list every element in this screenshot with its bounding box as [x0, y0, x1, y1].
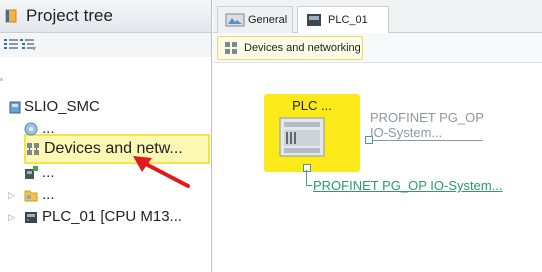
network-label: PROFINET PG_OP IO-System...	[370, 110, 484, 140]
list-view-icon[interactable]	[4, 38, 18, 50]
plc-icon	[307, 14, 321, 26]
settings-globe-icon	[24, 122, 38, 136]
tree-item-label: Devices and netw...	[44, 140, 183, 157]
project-tree-header: Project tree	[0, 0, 211, 33]
tree-item-label: SLIO_SMC	[24, 98, 100, 115]
network-label-line2: IO-System...	[370, 125, 443, 140]
tree-item-label: ...	[42, 120, 55, 137]
project-tree-panel: Project tree ▾ SLIO_SMC ... Devices and …	[0, 0, 212, 272]
plc-device-label: PLC ...	[292, 98, 332, 113]
expand-arrow-icon[interactable]: ▷	[8, 190, 15, 201]
tab-plc[interactable]: PLC_01	[297, 6, 389, 33]
tab-devices-networking[interactable]: Devices and networking	[217, 36, 363, 60]
plc-device-icon	[279, 117, 325, 157]
tab-label: PLC_01	[328, 14, 368, 26]
subtab-label: Devices and networking	[244, 42, 361, 54]
project-tree-title: Project tree	[26, 6, 113, 25]
network-view-canvas[interactable]	[213, 63, 542, 272]
tree-item-label: ...	[42, 186, 55, 203]
tree-item-plc[interactable]: ▷ PLC_01 [CPU M13...	[0, 206, 210, 228]
tab-general[interactable]: General	[217, 6, 293, 33]
network-line[interactable]	[373, 140, 483, 141]
tree-item-label: ...	[42, 164, 55, 181]
tree-item-add-device[interactable]: ...	[0, 162, 210, 184]
tree-toolbar: ▾	[0, 33, 211, 57]
devices-network-icon	[225, 42, 237, 54]
tree-item-project[interactable]: SLIO_SMC	[0, 96, 210, 118]
tab-label: General	[248, 14, 288, 26]
tree-item-folder[interactable]: ▷ ...	[0, 184, 210, 206]
io-system-connector	[306, 170, 312, 186]
tree-item-settings[interactable]: ...	[0, 118, 210, 140]
devices-network-icon	[27, 143, 39, 155]
project-tree-icon	[5, 9, 17, 23]
plc-icon	[25, 212, 37, 223]
io-system-link[interactable]: PROFINET PG_OP IO-System...	[313, 178, 503, 193]
editor-tabbar: General PLC_01	[213, 0, 542, 33]
folder-icon	[24, 190, 38, 202]
device-add-icon	[25, 166, 38, 179]
view-subtab-strip: Devices and networking	[213, 33, 542, 63]
expand-arrow-icon[interactable]: ▷	[8, 212, 15, 223]
plc-device-block[interactable]: PLC ...	[264, 94, 360, 172]
general-icon	[225, 13, 245, 27]
tree-item-label: PLC_01 [CPU M13...	[42, 208, 183, 225]
network-label-line1: PROFINET PG_OP	[370, 110, 484, 125]
project-icon	[9, 101, 21, 114]
toolbar-dropdown-icon[interactable]: ▾	[32, 44, 36, 53]
tree-divider-mark	[0, 78, 3, 81]
tree-item-devices-networking[interactable]: Devices and netw...	[0, 138, 210, 160]
